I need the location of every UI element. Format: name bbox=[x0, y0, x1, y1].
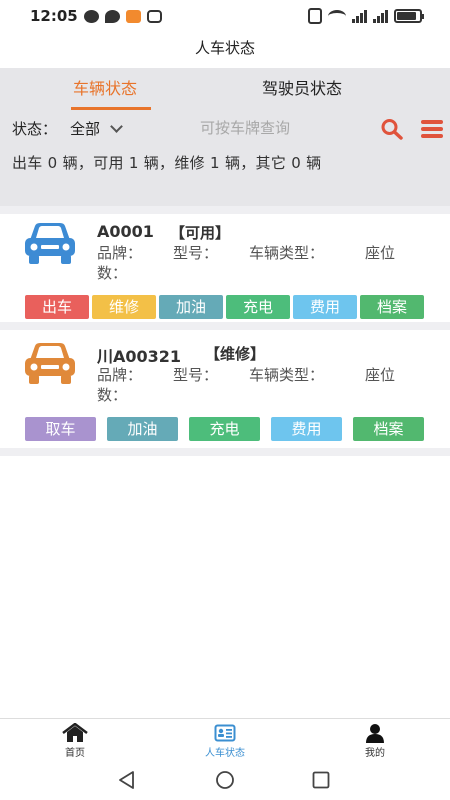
charge-button[interactable]: 充电 bbox=[189, 417, 260, 441]
nav-home[interactable]: 首页 bbox=[35, 723, 115, 759]
signal-icon-2 bbox=[373, 9, 388, 23]
filter-panel: 车辆状态 驾驶员状态 状态： 全部 出车 0 辆，可用 1 辆，维修 1 辆，其… bbox=[0, 68, 450, 206]
vehicle-state: 【可用】 bbox=[170, 224, 231, 242]
seats-label-tail: 数： bbox=[97, 264, 128, 282]
dispatch-button[interactable]: 出车 bbox=[25, 295, 89, 319]
action-buttons: 取车 加油 充电 费用 档案 bbox=[25, 417, 424, 441]
system-nav-bar bbox=[0, 760, 450, 800]
vehicle-card[interactable]: 川A00321 【维修】 品牌： 型号： 车辆类型： 座位 数： 取车 加油 充… bbox=[0, 330, 450, 448]
card-separator bbox=[0, 448, 450, 456]
back-icon[interactable] bbox=[117, 770, 137, 790]
brand-label: 品牌： bbox=[97, 244, 143, 262]
menu-icon[interactable] bbox=[421, 120, 443, 138]
brand-label: 品牌： bbox=[97, 366, 143, 384]
user-icon bbox=[366, 724, 384, 743]
nfc-icon bbox=[308, 8, 322, 24]
charge-button[interactable]: 充电 bbox=[226, 295, 290, 319]
message-icon bbox=[105, 10, 120, 23]
status-tabs: 车辆状态 驾驶员状态 bbox=[0, 78, 450, 112]
seats-label-tail: 数： bbox=[97, 386, 128, 404]
home-circle-icon[interactable] bbox=[215, 770, 235, 790]
records-button[interactable]: 档案 bbox=[360, 295, 424, 319]
status-bar: 12:05 bbox=[0, 0, 450, 34]
status-filter-label: 状态： bbox=[12, 120, 58, 138]
tab-vehicle-status[interactable]: 车辆状态 bbox=[73, 78, 137, 100]
chevron-down-icon bbox=[110, 119, 123, 133]
battery-icon bbox=[394, 9, 424, 23]
action-buttons: 出车 维修 加油 充电 费用 档案 bbox=[25, 295, 424, 319]
signal-icon bbox=[352, 9, 367, 23]
vehicle-summary: 出车 0 辆，可用 1 辆，维修 1 辆，其它 0 辆 bbox=[12, 154, 322, 172]
plate-search-input[interactable] bbox=[200, 117, 350, 139]
car-icon bbox=[25, 223, 75, 264]
vehicle-state: 【维修】 bbox=[205, 345, 266, 363]
status-filter-select[interactable]: 全部 bbox=[70, 118, 123, 139]
card-separator bbox=[0, 206, 450, 214]
search-icon[interactable] bbox=[380, 118, 404, 140]
active-tab-indicator bbox=[71, 107, 151, 110]
nav-vehicle-status-label: 人车状态 bbox=[205, 748, 245, 759]
nav-mine-label: 我的 bbox=[365, 748, 385, 759]
type-label: 车辆类型： bbox=[249, 244, 325, 262]
seats-label: 座位 bbox=[365, 244, 396, 262]
card-separator bbox=[0, 322, 450, 330]
camera-icon bbox=[147, 10, 162, 23]
system-icons bbox=[308, 8, 424, 24]
wechat-icon bbox=[84, 10, 99, 23]
app-header: 人车状态 bbox=[0, 34, 450, 68]
page-title: 人车状态 bbox=[194, 39, 255, 57]
expense-button[interactable]: 费用 bbox=[271, 417, 342, 441]
status-filter-value: 全部 bbox=[70, 120, 101, 138]
bottom-nav: 首页 人车状态 我的 bbox=[0, 718, 450, 760]
vehicle-card[interactable]: A0001 【可用】 品牌： 型号： 车辆类型： 座位 数： 出车 维修 加油 … bbox=[0, 214, 450, 322]
filter-row: 状态： 全部 bbox=[0, 117, 450, 140]
app-notification-icon bbox=[126, 10, 141, 23]
notification-icons bbox=[84, 10, 162, 23]
nav-vehicle-status[interactable]: 人车状态 bbox=[185, 723, 265, 759]
status-time: 12:05 bbox=[30, 7, 78, 25]
model-label: 型号： bbox=[173, 244, 219, 262]
id-card-icon bbox=[214, 724, 236, 742]
car-icon bbox=[25, 343, 75, 384]
nav-home-label: 首页 bbox=[65, 748, 85, 759]
plate-number: A0001 bbox=[97, 222, 154, 241]
tab-driver-status[interactable]: 驾驶员状态 bbox=[262, 78, 342, 100]
refuel-button[interactable]: 加油 bbox=[107, 417, 178, 441]
expense-button[interactable]: 费用 bbox=[293, 295, 357, 319]
home-icon bbox=[62, 723, 88, 742]
nav-mine[interactable]: 我的 bbox=[335, 723, 415, 759]
repair-button[interactable]: 维修 bbox=[92, 295, 156, 319]
refuel-button[interactable]: 加油 bbox=[159, 295, 223, 319]
recents-icon[interactable] bbox=[311, 770, 331, 790]
wifi-icon bbox=[328, 9, 346, 23]
seats-label: 座位 bbox=[365, 366, 396, 384]
model-label: 型号： bbox=[173, 366, 219, 384]
records-button[interactable]: 档案 bbox=[353, 417, 424, 441]
pickup-button[interactable]: 取车 bbox=[25, 417, 96, 441]
type-label: 车辆类型： bbox=[249, 366, 325, 384]
